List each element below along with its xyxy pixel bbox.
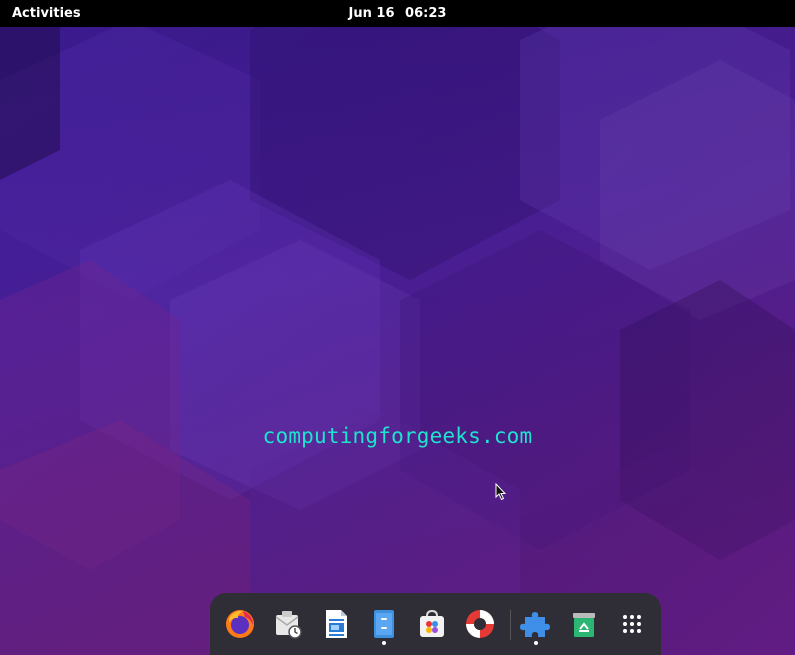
mouse-pointer-icon — [495, 483, 507, 501]
libreoffice-writer-icon — [326, 610, 347, 638]
dash-dock — [210, 593, 661, 655]
trash-icon — [573, 613, 595, 637]
clock-date: Jun 16 — [348, 6, 395, 21]
software-store-icon — [420, 609, 444, 637]
dock-app-trash[interactable] — [564, 604, 604, 644]
dock-app-help[interactable] — [460, 604, 500, 644]
dock-separator — [510, 610, 511, 640]
desktop-wallpaper — [0, 0, 795, 655]
running-indicator — [534, 641, 538, 645]
dock-app-extensions[interactable] — [516, 604, 556, 645]
files-icon — [374, 610, 394, 638]
firefox-icon — [226, 610, 254, 638]
watermark-text: computingforgeeks.com — [262, 424, 533, 448]
dock-app-files[interactable] — [364, 604, 404, 645]
dock-app-software[interactable] — [412, 604, 452, 644]
top-bar: Activities Jun 16 06:23 — [0, 0, 795, 27]
dock-app-firefox[interactable] — [220, 604, 260, 644]
help-lifebuoy-icon — [466, 610, 494, 638]
clock-time: 06:23 — [405, 6, 447, 21]
dock-app-libreoffice-writer[interactable] — [316, 604, 356, 644]
dock-app-evolution-mail[interactable] — [268, 604, 308, 644]
running-indicator — [382, 641, 386, 645]
clock-button[interactable]: Jun 16 06:23 — [0, 6, 795, 21]
extensions-puzzle-icon — [520, 612, 550, 637]
dock-show-apps-button[interactable] — [612, 604, 652, 644]
wallpaper-pattern — [0, 0, 795, 655]
app-grid-icon — [623, 615, 641, 633]
evolution-mail-icon — [275, 611, 302, 639]
